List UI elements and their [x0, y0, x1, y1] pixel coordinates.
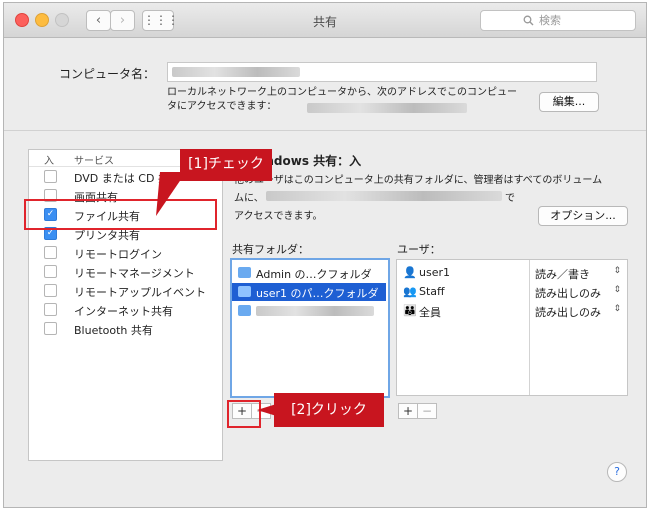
permission-select[interactable]: 読み出しのみ ⇕ [535, 285, 623, 301]
service-checkbox[interactable] [44, 170, 57, 183]
single-user-icon: 👤 [403, 266, 417, 279]
callout-click: [2]クリック [274, 393, 384, 427]
edit-button[interactable]: 編集... [539, 92, 599, 112]
callout-check: [1]チェック [180, 149, 272, 181]
service-label: リモートアップルイベント [74, 286, 206, 299]
updown-chevron-icon: ⇕ [613, 266, 621, 276]
service-label: リモートマネージメント [74, 267, 195, 280]
service-label: リモートログイン [74, 248, 162, 261]
header-service: サービス [74, 156, 114, 167]
user-row[interactable]: 👤 user1 読み／書き ⇕ [397, 264, 627, 282]
shared-folder-item[interactable]: Admin の…クフォルダ [232, 264, 386, 282]
add-button-highlight [227, 400, 261, 428]
user-name: user1 [419, 266, 450, 279]
computer-name-redacted [172, 67, 300, 77]
folder-icon [238, 267, 251, 278]
permission-select[interactable]: 読み出しのみ ⇕ [535, 304, 623, 320]
search-input[interactable]: 検索 [480, 10, 636, 31]
magnifier-icon [523, 15, 534, 26]
user-name: 全員 [419, 306, 441, 319]
service-checkbox[interactable] [44, 303, 57, 316]
add-user-button[interactable]: + [398, 403, 418, 419]
service-row[interactable]: インターネット共有 [29, 300, 222, 318]
computer-name-label: コンピュータ名： [59, 67, 156, 81]
service-row[interactable]: リモートログイン [29, 243, 222, 261]
status-description-1: 他のユーザはこのコンピュータ上の共有フォルダに、管理者はすべてのボリューム [234, 175, 603, 186]
folder-label-redacted [256, 306, 374, 316]
permission-label: 読み出しのみ [535, 306, 601, 319]
users-label: ユーザ： [397, 243, 441, 256]
service-label: インターネット共有 [74, 305, 173, 318]
folder-label: Admin の…クフォルダ [256, 268, 372, 281]
user-row[interactable]: 👥 Staff 読み出しのみ ⇕ [397, 283, 627, 301]
user-row[interactable]: 👪 全員 読み出しのみ ⇕ [397, 302, 627, 320]
help-button[interactable]: ? [607, 462, 627, 482]
service-row[interactable]: リモートマネージメント [29, 262, 222, 280]
shared-folder-item[interactable]: user1 のパ…クフォルダ [232, 283, 386, 301]
preferences-window: ‹ › ⋮⋮⋮ 共有 検索 コンピュータ名： ローカルネットワーク上のコンピュー… [3, 2, 647, 508]
service-row[interactable]: Bluetooth 共有 [29, 319, 222, 337]
folder-icon [238, 305, 251, 316]
folder-label: user1 のパ…クフォルダ [256, 287, 379, 300]
status-description-2-prefix: ムに、 [234, 193, 264, 204]
service-checkbox[interactable] [44, 284, 57, 297]
everyone-icon: 👪 [403, 304, 417, 317]
group-icon: 👥 [403, 285, 417, 298]
computer-name-section: コンピュータ名： ローカルネットワーク上のコンピュータから、次のアドレスでこのコ… [4, 38, 646, 131]
title-bar: ‹ › ⋮⋮⋮ 共有 検索 [4, 3, 646, 38]
network-address-redacted [307, 103, 467, 113]
computer-name-field[interactable] [167, 62, 597, 82]
user-name: Staff [419, 285, 445, 298]
updown-chevron-icon: ⇕ [613, 304, 621, 314]
folder-icon [238, 286, 251, 297]
status-description-2-suffix: で [505, 193, 515, 204]
status-description-2: ムに、 [234, 189, 264, 204]
permission-label: 読み／書き [535, 268, 590, 281]
service-label: Bluetooth 共有 [74, 324, 153, 337]
service-checkbox[interactable] [44, 322, 57, 335]
shared-folder-item[interactable] [232, 302, 386, 320]
permission-select[interactable]: 読み／書き ⇕ [535, 266, 623, 282]
status-description-3: アクセスできます。 [234, 211, 323, 222]
shared-folders-list[interactable]: Admin の…クフォルダ user1 のパ…クフォルダ [230, 258, 390, 398]
service-checkbox[interactable] [44, 265, 57, 278]
options-button[interactable]: オプション... [538, 206, 628, 226]
smb-address-redacted [266, 191, 502, 201]
service-row[interactable]: リモートアップルイベント [29, 281, 222, 299]
permission-label: 読み出しのみ [535, 287, 601, 300]
search-placeholder: 検索 [539, 14, 561, 27]
service-checkbox[interactable] [44, 246, 57, 259]
users-list[interactable]: 👤 user1 読み／書き ⇕ 👥 Staff 読み出しのみ ⇕ 👪 全員 読み出しのみ ⇕ [396, 259, 628, 396]
updown-chevron-icon: ⇕ [613, 285, 621, 295]
header-on: 入 [44, 156, 54, 167]
remove-user-button[interactable]: − [417, 403, 437, 419]
shared-folders-label: 共有フォルダ： [232, 243, 309, 256]
